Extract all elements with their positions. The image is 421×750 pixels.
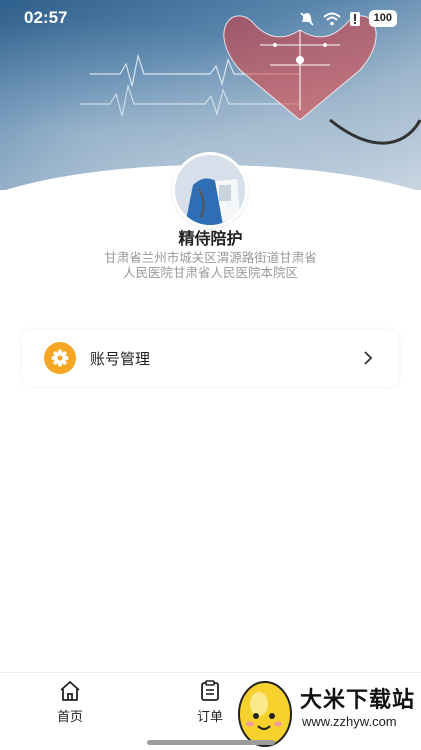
profile-address: 甘肃省兰州市城关区渭源路街道甘肃省人民医院甘肃省人民医院本院区 (104, 250, 317, 280)
profile-name: 精侍陪护 (178, 229, 243, 248)
clipboard-icon (201, 680, 219, 701)
mascot-logo (238, 681, 292, 747)
status-bar: 02:57 100 (0, 0, 421, 36)
account-management-item[interactable]: 账号管理 (22, 330, 399, 386)
tab-home-label: 首页 (56, 710, 83, 725)
account-management-label: 账号管理 (90, 349, 151, 368)
watermark-url: www.zzhyw.com (302, 714, 397, 729)
avatar[interactable] (172, 152, 248, 228)
stethoscope-graphic (329, 118, 421, 145)
mute-icon (300, 11, 314, 26)
wifi-icon (322, 12, 341, 25)
tab-home[interactable]: 首页 (30, 680, 110, 725)
chevron-right-icon (364, 351, 373, 365)
gear-icon (44, 342, 76, 374)
status-time: 02:57 (24, 8, 68, 27)
watermark-title: 大米下载站 (300, 688, 416, 713)
home-indicator (147, 740, 275, 745)
home-icon (60, 681, 80, 701)
battery-indicator: 100 (368, 10, 397, 27)
watermark: 大米下载站 www.zzhyw.com (232, 676, 421, 750)
doctor-photo (175, 155, 245, 225)
tab-orders-label: 订单 (196, 710, 223, 725)
alert-icon (349, 11, 360, 26)
status-icons: 100 (299, 10, 397, 27)
